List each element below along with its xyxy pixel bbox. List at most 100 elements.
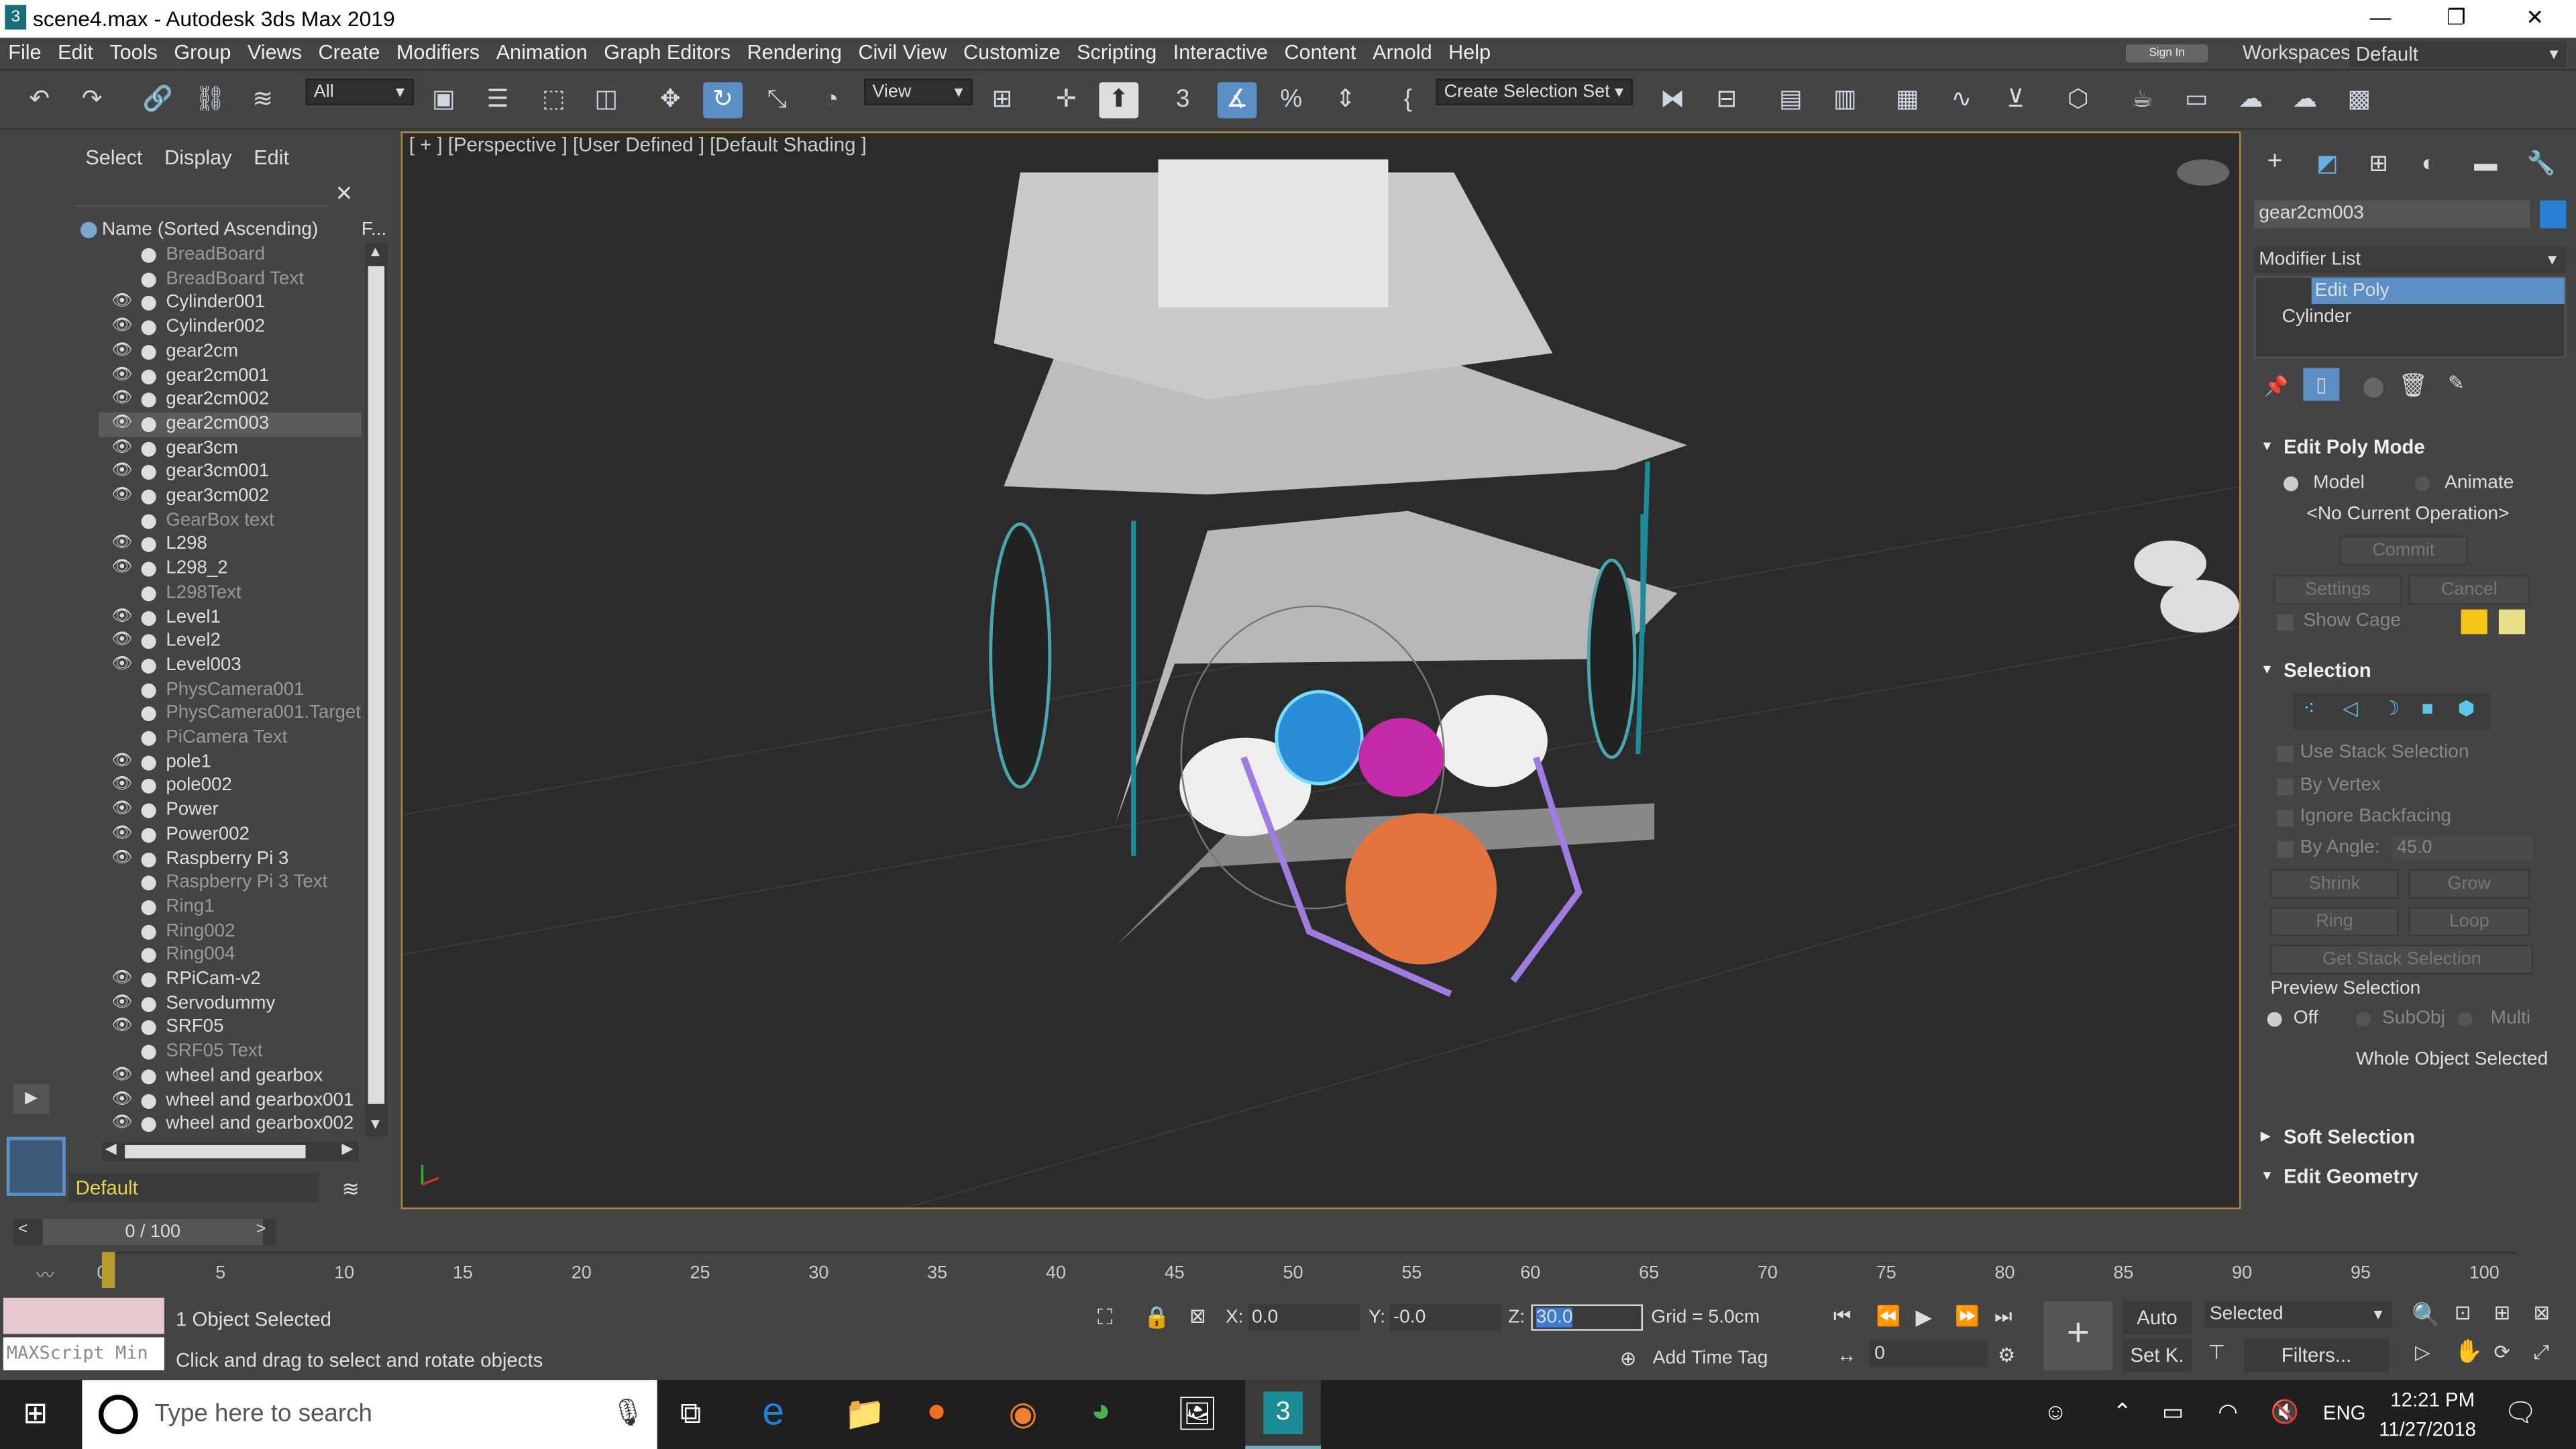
visibility-eye-icon[interactable]: 👁 — [112, 388, 133, 412]
explorer-row[interactable]: Ring004 — [99, 943, 362, 967]
goto-start-icon[interactable]: ⏮ — [1833, 1304, 1851, 1329]
ribbon-toggle-icon[interactable]: ▦ — [1888, 82, 1927, 118]
scale-icon[interactable]: ⤡ — [757, 82, 797, 118]
edit-poly-mode-rollout[interactable]: Edit Poly Mode — [2254, 431, 2566, 464]
explorer-row[interactable]: Raspberry Pi 3 Text — [99, 871, 362, 895]
explorer-row[interactable]: PiCamera Text — [99, 726, 362, 750]
maximize-viewport-icon[interactable]: ⤢ — [2533, 1340, 2549, 1365]
render-online-icon[interactable]: ▩ — [2339, 82, 2379, 118]
visibility-eye-icon[interactable]: 👁 — [112, 339, 133, 364]
maximize-icon[interactable]: ❐ — [2418, 0, 2494, 38]
visibility-eye-icon[interactable]: 👁 — [112, 750, 133, 774]
visibility-eye-icon[interactable]: 👁 — [112, 1064, 133, 1088]
wifi-icon[interactable]: ◠ — [2218, 1398, 2238, 1426]
by-angle-spinner[interactable]: 45.0 — [2392, 836, 2534, 861]
explorer-row[interactable]: 👁 Cylinder001 — [99, 291, 362, 315]
menu-graph-editors[interactable]: Graph Editors — [596, 38, 739, 69]
menu-arnold[interactable]: Arnold — [1364, 38, 1440, 69]
visibility-eye-icon[interactable]: 👁 — [112, 991, 133, 1016]
tab-edit[interactable]: Edit — [254, 142, 289, 174]
add-time-tag-button[interactable]: Add Time Tag — [1653, 1349, 1768, 1368]
prev-key-icon[interactable]: ⏪ — [1876, 1304, 1901, 1327]
configure-sets-icon[interactable]: ✎ — [2448, 371, 2465, 394]
explorer-row[interactable]: 👁 L298_2 — [99, 557, 362, 581]
time-tag-icon[interactable]: ⊕ — [1620, 1347, 1637, 1370]
select-manipulate-icon[interactable]: ✛ — [1046, 82, 1086, 118]
object-color-swatch[interactable] — [2540, 200, 2567, 229]
schematic-view-icon[interactable]: ⊻ — [1996, 82, 2036, 118]
visibility-eye-icon[interactable]: 👁 — [112, 847, 133, 871]
explorer-row[interactable]: BreadBoard — [99, 243, 362, 267]
explorer-hscrollbar[interactable]: ◀ ▶ — [101, 1140, 358, 1162]
edit-named-sets-icon[interactable]: { — [1388, 82, 1428, 118]
visibility-eye-icon[interactable]: 👁 — [112, 557, 133, 581]
layer-stack-icon[interactable]: ≋ — [341, 1176, 360, 1202]
tray-chevron-icon[interactable]: ⌃ — [2112, 1398, 2132, 1426]
time-slider[interactable]: < 0 / 100 > — [13, 1219, 276, 1246]
photos-icon[interactable]: 🖼 — [1176, 1393, 1218, 1434]
explorer-row[interactable]: 👁 pole002 — [99, 774, 362, 798]
visibility-eye-icon[interactable]: 👁 — [112, 291, 133, 315]
y-coordinate-field[interactable]: -0.0 — [1389, 1304, 1502, 1331]
explorer-row[interactable]: 👁 gear2cm002 — [99, 388, 362, 412]
explorer-row[interactable]: 👁 gear2cm003 — [98, 412, 362, 437]
key-mode-icon[interactable]: ↔ — [1837, 1344, 1856, 1366]
auto-key-button[interactable]: Auto — [2123, 1301, 2192, 1334]
explorer-row[interactable]: PhysCamera001 — [99, 678, 362, 702]
explorer-row[interactable]: SRF05 Text — [99, 1040, 362, 1064]
explorer-row[interactable]: Ring002 — [99, 919, 362, 943]
explorer-row[interactable]: BreadBoard Text — [99, 267, 362, 291]
radio-subobj[interactable] — [2355, 1012, 2371, 1027]
visibility-eye-icon[interactable]: 👁 — [112, 315, 133, 339]
next-frame-icon[interactable]: > — [256, 1221, 266, 1239]
maxscript-listener[interactable] — [3, 1297, 164, 1334]
explorer-row[interactable]: 👁 Level1 — [99, 605, 362, 629]
show-end-result-icon[interactable]: ▯ — [2303, 368, 2340, 401]
window-crossing-icon[interactable]: ◫ — [586, 82, 626, 118]
explorer-row[interactable]: L298Text — [99, 581, 362, 605]
explorer-row[interactable]: 👁 RPiCam-v2 — [99, 967, 362, 991]
maxscript-input[interactable]: MAXScript Min — [3, 1337, 164, 1371]
stack-item-cylinder[interactable]: Cylinder — [2282, 307, 2351, 327]
key-filter-dropdown[interactable]: Selected ▼ — [2204, 1301, 2392, 1328]
play-icon[interactable]: ▶ — [1916, 1304, 1932, 1330]
expand-panel-icon[interactable]: ▶ — [13, 1084, 50, 1114]
visibility-eye-icon[interactable]: 👁 — [112, 1112, 133, 1136]
minimize-icon[interactable]: — — [2343, 0, 2418, 38]
polygon-icon[interactable]: ■ — [2422, 696, 2434, 719]
radio-model[interactable] — [2284, 476, 2299, 492]
key-tangent-icon[interactable]: ⊤ — [2208, 1340, 2225, 1363]
layer-dropdown[interactable]: Default — [68, 1173, 319, 1203]
by-angle-checkbox[interactable] — [2277, 841, 2294, 858]
material-editor-icon[interactable]: ⬡ — [2059, 82, 2098, 118]
undo-icon[interactable]: ↶ — [19, 82, 59, 118]
time-config-icon[interactable]: ⚙ — [1998, 1344, 2015, 1366]
by-vertex-checkbox[interactable] — [2277, 778, 2294, 796]
goto-end-icon[interactable]: ⏭ — [1994, 1304, 2012, 1329]
visibility-eye-icon[interactable]: 👁 — [112, 1088, 133, 1112]
menu-edit[interactable]: Edit — [50, 38, 101, 69]
visibility-eye-icon[interactable]: 👁 — [112, 629, 133, 653]
align-icon[interactable]: ⊟ — [1707, 82, 1746, 118]
edge-icon[interactable]: ◁ — [2343, 696, 2358, 719]
spinner-snap-icon[interactable]: ⇕ — [1326, 82, 1365, 118]
explorer-row[interactable]: 👁 Raspberry Pi 3 — [99, 847, 362, 871]
menu-scripting[interactable]: Scripting — [1069, 38, 1165, 69]
explorer-search-input[interactable] — [75, 177, 329, 207]
menu-modifiers[interactable]: Modifiers — [388, 38, 488, 69]
menu-group[interactable]: Group — [166, 38, 239, 69]
visibility-eye-icon[interactable]: 👁 — [112, 774, 133, 798]
render-production-icon[interactable]: ☁ — [2231, 82, 2271, 118]
rendered-frame-icon[interactable]: ▭ — [2177, 82, 2216, 118]
absolute-mode-icon[interactable]: ⊠ — [1189, 1304, 1206, 1327]
motion-tab-icon[interactable]: ◐ — [2422, 150, 2436, 176]
scroll-right-icon[interactable]: ▶ — [341, 1140, 353, 1159]
explorer-row[interactable]: 👁 gear3cm — [99, 436, 362, 460]
tab-display[interactable]: Display — [164, 142, 231, 174]
clock-date[interactable]: 11/27/2018 — [2379, 1417, 2476, 1440]
commit-button[interactable]: Commit — [2339, 535, 2468, 566]
selection-filter-dropdown[interactable]: All ▼ — [305, 78, 415, 105]
explorer-row[interactable]: 👁 gear3cm002 — [99, 484, 362, 508]
visibility-eye-icon[interactable]: 👁 — [112, 484, 133, 508]
soft-selection-rollout[interactable]: Soft Selection — [2254, 1120, 2566, 1153]
